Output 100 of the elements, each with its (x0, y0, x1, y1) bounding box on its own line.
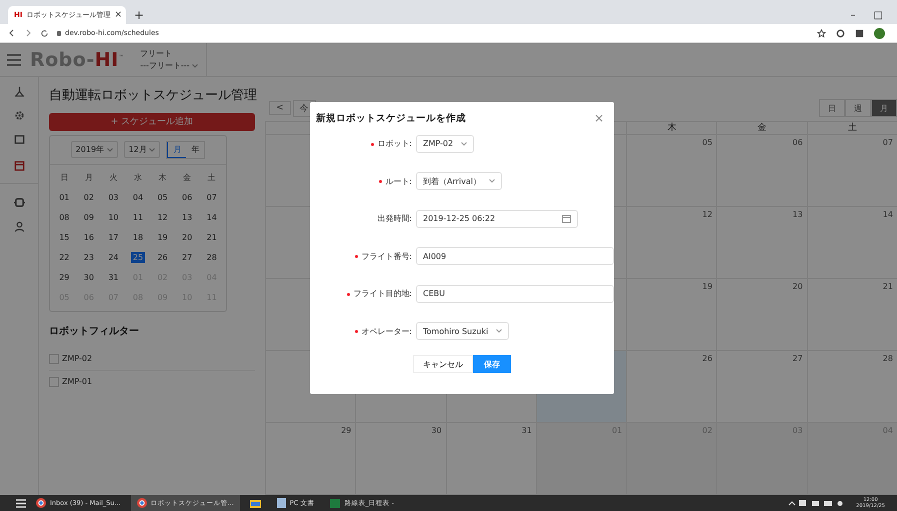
document-icon (276, 498, 286, 508)
date-number: 29 (341, 426, 352, 435)
person-icon[interactable] (14, 220, 24, 232)
select-field[interactable]: ZMP-02 (416, 134, 474, 153)
date-cell[interactable]: 25 (130, 252, 146, 262)
date-cell[interactable]: 26 (155, 252, 170, 262)
date-cell[interactable]: 01 (57, 192, 72, 202)
date-cell[interactable]: 07 (204, 192, 219, 202)
date-field[interactable]: 2019-12-25 06:22 (416, 210, 578, 228)
date-cell[interactable]: 11 (130, 212, 146, 222)
select-field[interactable]: Tomohiro Suzuki (416, 322, 510, 340)
mode-toggle[interactable]: 年 (186, 142, 204, 158)
reload-icon[interactable] (40, 28, 49, 38)
close-button[interactable]: × (594, 111, 604, 125)
date-cell[interactable]: 16 (82, 232, 96, 242)
browser-icon (36, 498, 46, 508)
view-tab[interactable]: 月 (871, 99, 897, 117)
view-tab[interactable]: 日 (819, 99, 845, 117)
date-number: 12 (702, 210, 712, 219)
circle-icon[interactable] (836, 28, 845, 38)
previous-button[interactable]: < (269, 101, 291, 115)
text-field[interactable]: AI009 (416, 247, 614, 266)
date-cell[interactable]: 04 (130, 192, 146, 202)
filter-label: ZMP-02 (62, 354, 92, 363)
calendar-day-cell[interactable]: 13 (716, 207, 807, 279)
date-cell[interactable]: 19 (155, 232, 170, 242)
menu-icon[interactable] (6, 52, 22, 66)
date-cell[interactable]: 17 (106, 232, 121, 242)
weekday-label: 木 (158, 172, 168, 182)
calendar-day-cell[interactable]: 21 (806, 279, 897, 351)
cancel-button[interactable]: キャンセル (413, 355, 473, 373)
user-icon[interactable] (14, 86, 24, 96)
filter-label: ZMP-01 (62, 377, 92, 386)
checkbox[interactable] (49, 376, 59, 386)
page-title: 自動運転ロボットスケジュール管理 (49, 87, 257, 104)
date-number: 19 (702, 282, 712, 291)
calendar-day-cell[interactable]: 07 (806, 135, 897, 207)
star-icon[interactable] (817, 28, 826, 38)
start-icon[interactable] (16, 498, 26, 508)
date-cell[interactable]: 28 (204, 252, 219, 262)
date-cell[interactable]: 15 (57, 232, 72, 242)
date-cell[interactable]: 30 (82, 272, 96, 282)
text-field[interactable]: CEBU (416, 284, 614, 303)
calendar-day-cell[interactable]: 19 (626, 279, 716, 351)
date-cell[interactable]: 10 (106, 212, 121, 222)
date-cell[interactable]: 02 (82, 192, 96, 202)
year-select[interactable]: 2019年 (70, 141, 118, 158)
close-tab-button[interactable]: × (114, 10, 122, 20)
weekday-header: 木 (667, 123, 676, 133)
window-control-button[interactable]: – (850, 10, 856, 20)
field-label: フライト目的地: (310, 288, 416, 300)
date-cell[interactable]: 21 (204, 232, 219, 242)
date-cell[interactable]: 27 (180, 252, 194, 262)
calendar-day-cell[interactable]: 20 (716, 279, 807, 351)
chevron-down-icon (496, 329, 502, 334)
date-cell[interactable]: 13 (180, 212, 194, 222)
window-control-button[interactable]: □ (874, 10, 883, 20)
view-tab[interactable]: 週 (845, 99, 871, 117)
month-select[interactable]: 12月 (124, 141, 160, 158)
field-label: フライト番号: (310, 250, 416, 262)
fleet-label: フリート (140, 48, 174, 60)
date-number: 07 (882, 138, 893, 147)
date-cell[interactable]: 05 (155, 192, 170, 202)
date-cell[interactable]: 08 (57, 212, 72, 222)
date-cell[interactable]: 14 (204, 212, 219, 222)
calendar-day-cell[interactable]: 12 (626, 207, 716, 279)
add-schedule-button[interactable]: + スケジュール追加 (49, 112, 255, 130)
chevron-down-icon (106, 148, 113, 152)
date-number: 31 (522, 426, 532, 435)
calendar-day-cell[interactable]: 14 (806, 207, 897, 279)
checkbox[interactable] (49, 354, 59, 364)
new-tab-button[interactable]: + (134, 8, 144, 22)
calendar-day-cell[interactable]: 05 (626, 135, 716, 207)
date-cell[interactable]: 29 (57, 272, 72, 282)
fleet-select[interactable]: ---フリート--- (140, 60, 198, 72)
date-cell[interactable]: 03 (106, 192, 121, 202)
forward-icon[interactable] (24, 29, 32, 37)
date-cell[interactable]: 12 (155, 212, 170, 222)
field-label: 出発時間: (376, 213, 413, 224)
box-icon[interactable] (14, 134, 24, 144)
gear-icon[interactable] (14, 110, 24, 120)
date-cell[interactable]: 18 (130, 232, 146, 242)
date-cell[interactable]: 31 (106, 272, 121, 282)
date-cell[interactable]: 09 (82, 212, 96, 222)
robot-icon[interactable] (14, 196, 24, 208)
square-icon[interactable] (855, 28, 864, 38)
date-cell[interactable]: 06 (180, 192, 194, 202)
select-field[interactable]: 到着（Arrival） (416, 172, 502, 190)
date-cell[interactable]: 20 (180, 232, 194, 242)
avatar-icon[interactable] (874, 28, 885, 38)
back-icon[interactable] (8, 29, 16, 37)
date-cell[interactable]: 22 (57, 252, 72, 262)
date-number: 20 (792, 282, 803, 291)
mode-toggle[interactable]: 月 (167, 142, 186, 158)
date-cell[interactable]: 24 (106, 252, 121, 262)
calendar-day-cell[interactable]: 06 (716, 135, 807, 207)
save-button[interactable]: 保存 (473, 355, 511, 373)
chevron-down-icon (149, 148, 156, 152)
date-cell[interactable]: 23 (82, 252, 96, 262)
calendar-icon[interactable] (14, 160, 24, 170)
